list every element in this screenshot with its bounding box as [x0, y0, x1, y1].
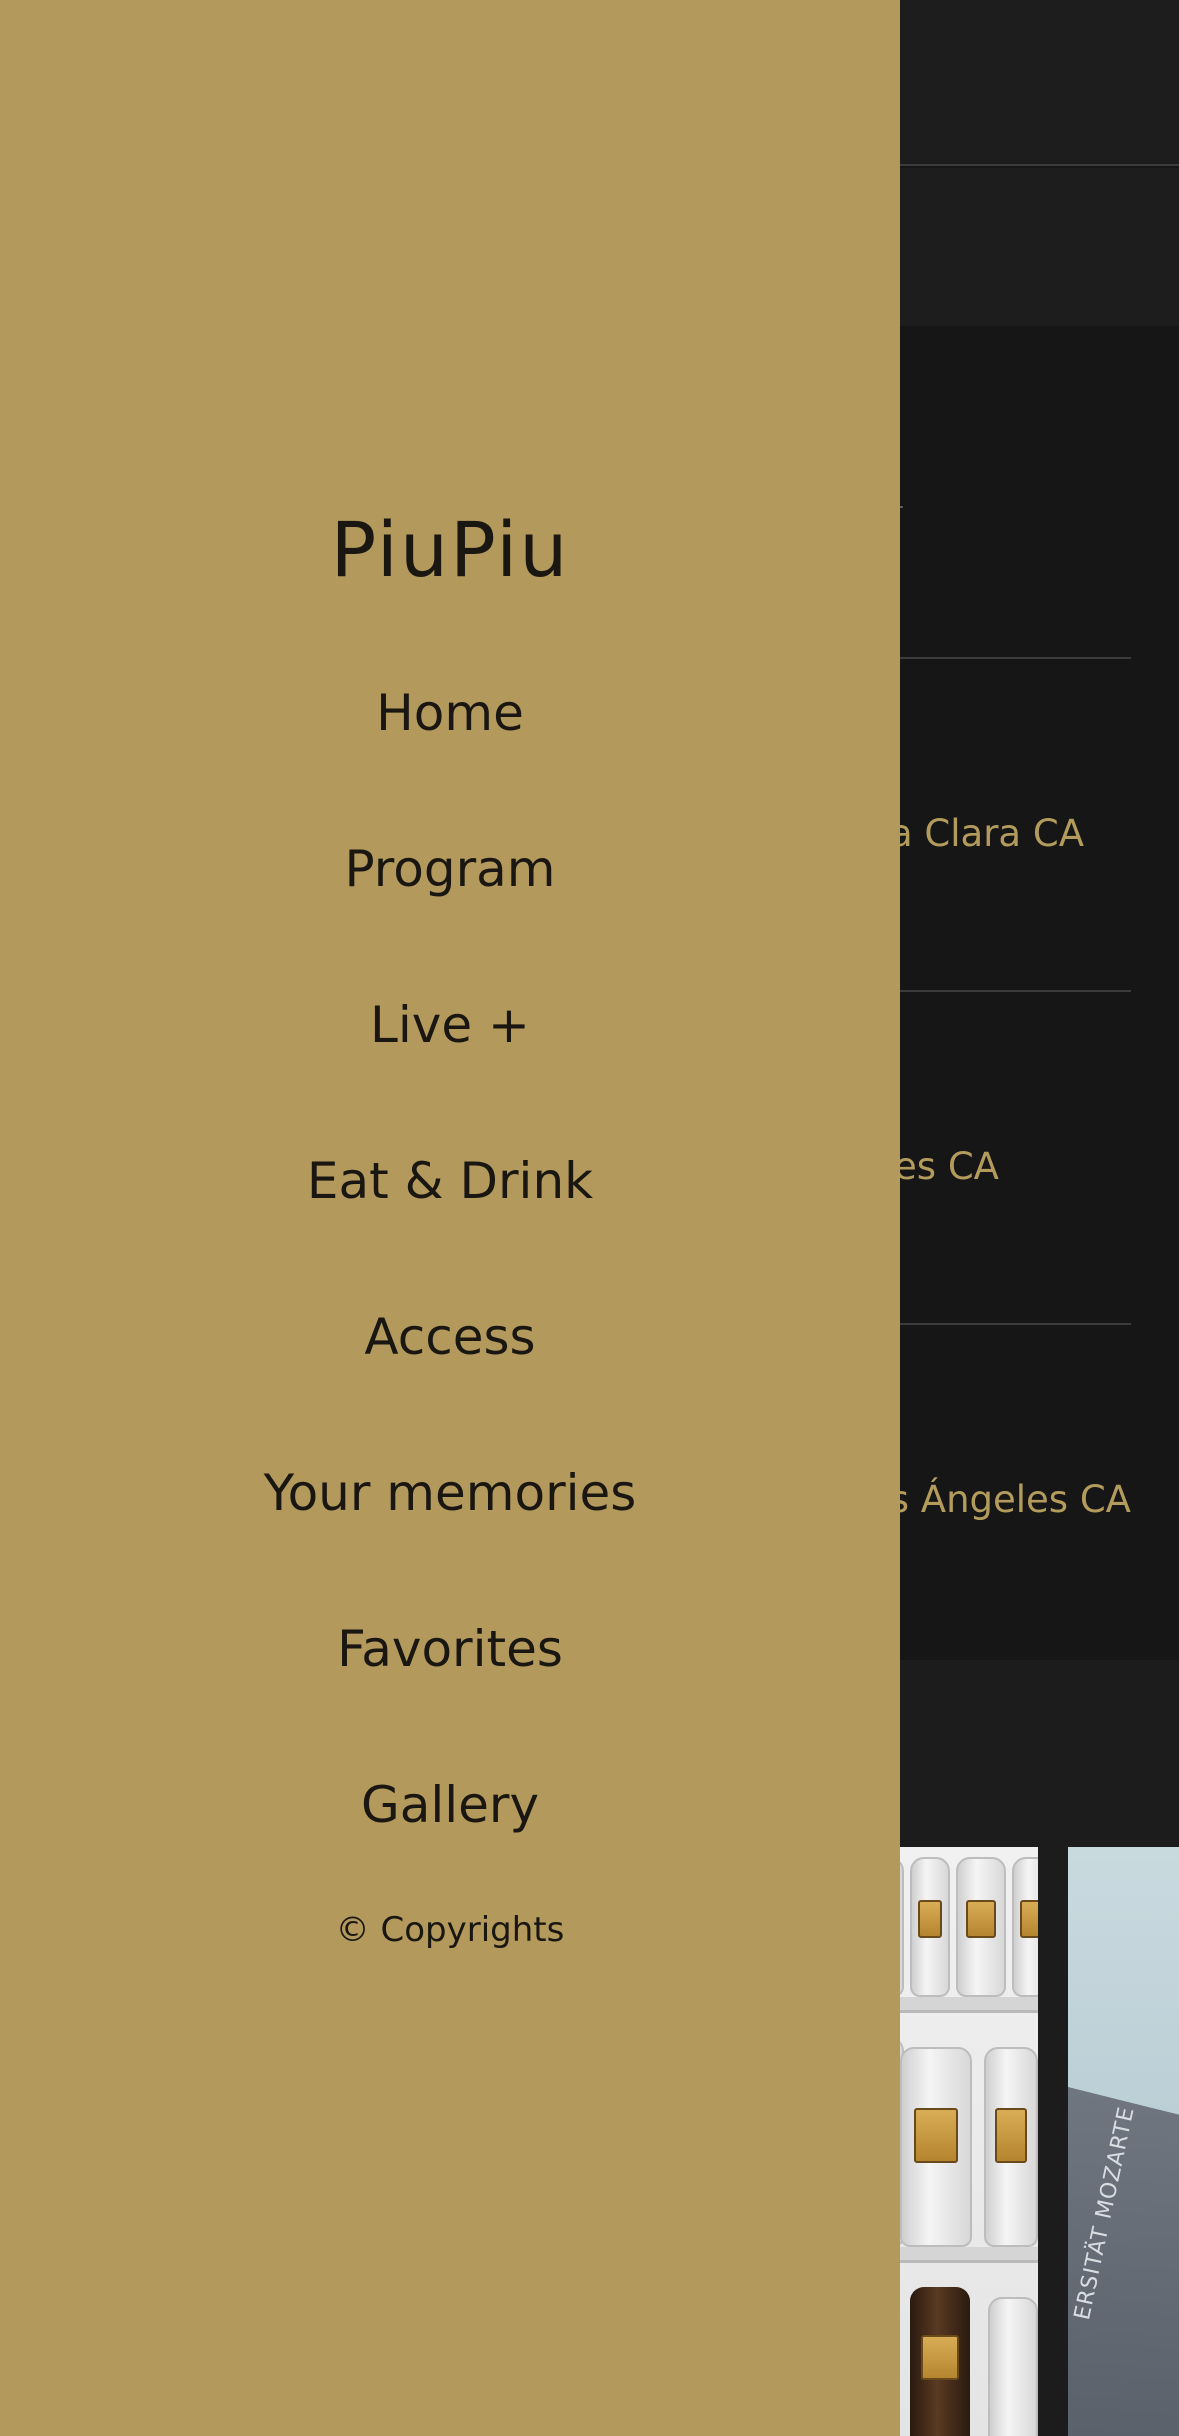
- nav-item-program[interactable]: Program: [0, 840, 900, 898]
- nav-item-home[interactable]: Home: [0, 684, 900, 742]
- nav-item-your-memories[interactable]: Your memories: [0, 1464, 900, 1522]
- building-photo[interactable]: ERSITÄT MOZARTE: [1068, 1847, 1179, 2436]
- location-text[interactable]: es CA: [894, 1145, 999, 1188]
- brand-title[interactable]: PiuPiu: [0, 505, 900, 594]
- copyright-text: © Copyrights: [335, 1910, 565, 1950]
- nav-item-eat-drink[interactable]: Eat & Drink: [0, 1152, 900, 1210]
- location-text[interactable]: a Clara CA: [890, 812, 1084, 855]
- navigation-drawer: PiuPiu Home Program Live + Eat & Drink A…: [0, 0, 900, 2436]
- location-text[interactable]: s Ángeles CA: [890, 1478, 1131, 1521]
- nav-item-live-plus[interactable]: Live +: [0, 996, 900, 1054]
- nav-item-access[interactable]: Access: [0, 1308, 900, 1366]
- nav-item-favorites[interactable]: Favorites: [0, 1620, 900, 1678]
- nav-item-gallery[interactable]: Gallery: [0, 1776, 900, 1834]
